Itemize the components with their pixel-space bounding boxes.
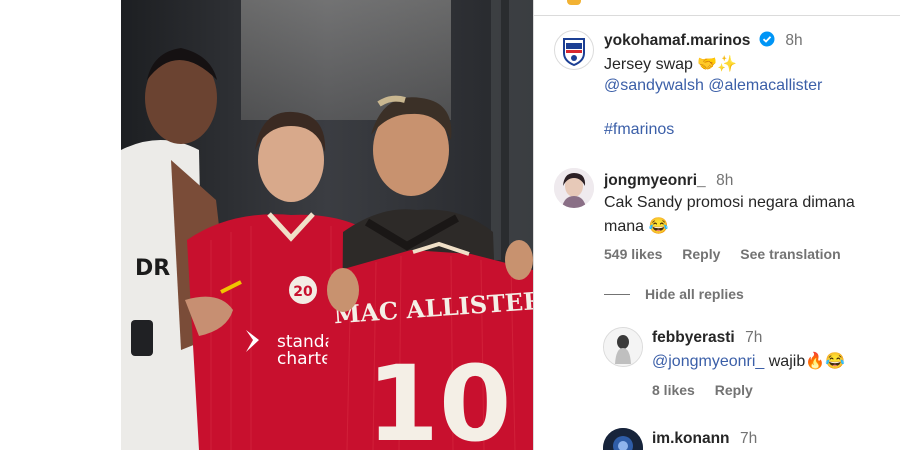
post-time: 8h bbox=[785, 32, 803, 49]
photo-illustration: DR 20 standard charter MAC ALLISTER 10 bbox=[121, 0, 533, 450]
post-author-name[interactable]: yokohamaf.marinos bbox=[604, 32, 750, 49]
reply-1-mention-link[interactable]: @jongmyeonri_ bbox=[652, 353, 764, 370]
avatar-reply-2[interactable] bbox=[603, 428, 643, 450]
avatar-reply-1[interactable] bbox=[603, 327, 643, 367]
comment-1-translate-button[interactable]: See translation bbox=[740, 246, 840, 262]
svg-text:DR: DR bbox=[135, 256, 170, 281]
comment-1-actions: 549 likes Reply See translation bbox=[604, 246, 857, 262]
hashtag-link[interactable]: #fmarinos bbox=[604, 121, 674, 138]
caption-emoji: 🤝✨ bbox=[697, 56, 738, 73]
mention-link-1[interactable]: @sandywalsh bbox=[604, 77, 704, 94]
comment-1-text-end: mana bbox=[604, 218, 645, 235]
caption-text: Jersey swap bbox=[604, 56, 693, 73]
comment-1-username[interactable]: jongmyeonri_ bbox=[604, 172, 706, 189]
reply-1-emoji: 🔥😂 bbox=[805, 353, 846, 370]
mention-link-2[interactable]: @alemacallister bbox=[708, 77, 822, 94]
user-avatar-icon bbox=[604, 328, 642, 366]
comments-panel[interactable]: yokohamaf.marinos 8h Jersey swap 🤝✨ @san… bbox=[533, 0, 900, 450]
comment-1-likes[interactable]: 549 likes bbox=[604, 246, 662, 262]
comment-1-emoji: 😂 bbox=[648, 218, 669, 235]
comment-1-text-line-1: Cak Sandy promosi negara dimana bbox=[604, 194, 855, 211]
reply-1-reply-button[interactable]: Reply bbox=[715, 382, 753, 398]
divider bbox=[534, 15, 900, 16]
replies-divider bbox=[604, 294, 630, 295]
avatar-comment-1[interactable] bbox=[554, 168, 594, 208]
reply-1-actions: 8 likes Reply bbox=[652, 382, 769, 398]
left-margin bbox=[0, 0, 121, 450]
comment-1-time: 8h bbox=[716, 172, 734, 189]
reply-2-username[interactable]: im.konann bbox=[652, 430, 730, 447]
photo-badge-text: 20 bbox=[293, 284, 313, 300]
reply-1-body: wajib bbox=[768, 353, 806, 370]
post-photo[interactable]: DR 20 standard charter MAC ALLISTER 10 bbox=[121, 0, 533, 450]
avatar-post-author[interactable] bbox=[554, 30, 594, 70]
reply-1-likes[interactable]: 8 likes bbox=[652, 382, 695, 398]
user-avatar-icon bbox=[554, 168, 594, 208]
user-avatar-icon bbox=[603, 428, 643, 450]
comment-1-text-line-2: mana 😂 bbox=[604, 216, 668, 236]
caption-line: Jersey swap 🤝✨ bbox=[604, 54, 737, 74]
hide-replies-button[interactable]: Hide all replies bbox=[645, 286, 744, 302]
reaction-icon bbox=[567, 0, 581, 5]
reply-1-time: 7h bbox=[745, 329, 763, 346]
post-header: yokohamaf.marinos 8h bbox=[604, 31, 803, 50]
caption-mentions: @sandywalsh @alemacallister bbox=[604, 77, 822, 95]
reply-1-username[interactable]: febbyerasti bbox=[652, 329, 735, 346]
comment-1-reply-button[interactable]: Reply bbox=[682, 246, 720, 262]
reply-2-header: im.konann 7h bbox=[652, 430, 757, 448]
verified-badge-icon bbox=[759, 31, 775, 47]
comment-1-header: jongmyeonri_ 8h bbox=[604, 172, 733, 190]
reply-1-header: febbyerasti 7h bbox=[652, 329, 762, 347]
reply-2-time: 7h bbox=[739, 430, 758, 447]
photo-back-number: 10 bbox=[367, 343, 512, 450]
reply-1-text: @jongmyeonri_ wajib🔥😂 bbox=[652, 351, 845, 371]
club-crest-icon bbox=[563, 38, 585, 67]
caption-hashtag: #fmarinos bbox=[604, 121, 674, 139]
